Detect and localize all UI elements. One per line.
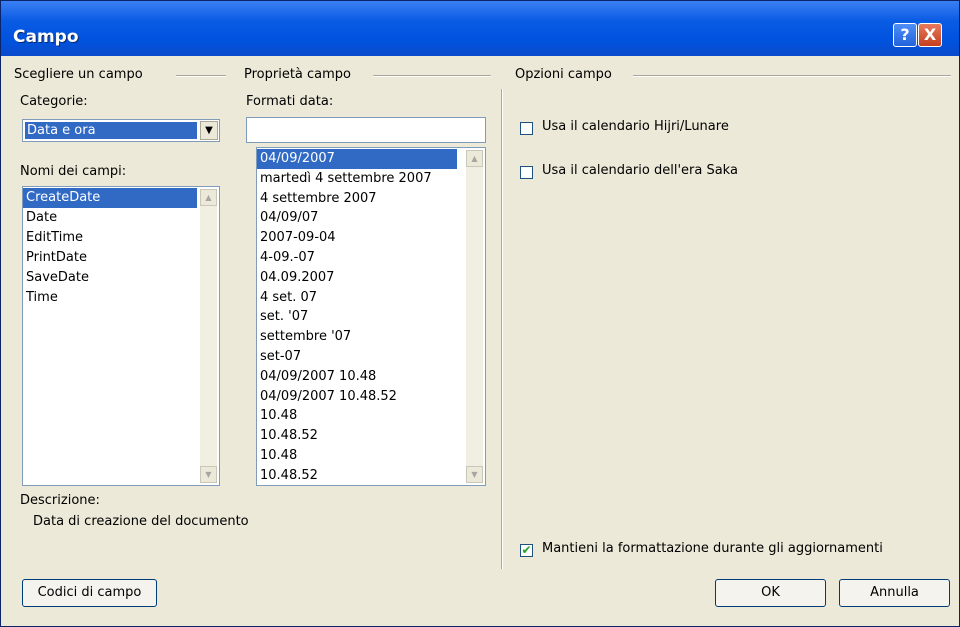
ok-button[interactable]: OK bbox=[715, 579, 826, 607]
keep-format-checkbox[interactable]: ✔ bbox=[520, 544, 533, 557]
field-options-group-label: Opzioni campo bbox=[515, 67, 612, 82]
description-label: Descrizione: bbox=[20, 493, 100, 508]
scroll-down-icon[interactable]: ▼ bbox=[466, 466, 483, 483]
field-properties-group-label: Proprietà campo bbox=[244, 67, 352, 82]
divider bbox=[373, 75, 491, 77]
title-bar[interactable]: Campo ? X bbox=[1, 1, 959, 56]
date-format-item[interactable]: settembre '07 bbox=[257, 327, 457, 347]
categories-label: Categorie: bbox=[20, 94, 88, 109]
field-list-item[interactable]: SaveDate bbox=[23, 268, 197, 288]
field-list-scrollbar[interactable]: ▲ ▼ bbox=[200, 189, 217, 483]
date-format-item[interactable]: 4 settembre 2007 bbox=[257, 189, 457, 209]
field-names-label: Nomi dei campi: bbox=[20, 164, 127, 179]
date-format-item[interactable]: 2007-09-04 bbox=[257, 228, 457, 248]
categories-value: Data e ora bbox=[25, 122, 197, 139]
date-formats-label: Formati data: bbox=[246, 94, 334, 109]
date-format-item[interactable]: 10.48.52 bbox=[257, 426, 457, 446]
help-button[interactable]: ? bbox=[893, 23, 917, 47]
date-format-item[interactable]: set. '07 bbox=[257, 307, 457, 327]
hijri-checkbox[interactable] bbox=[520, 122, 533, 135]
date-format-input[interactable] bbox=[246, 117, 486, 143]
date-format-item[interactable]: set-07 bbox=[257, 347, 457, 367]
field-dialog: Campo ? X Scegliere un campo Categorie: … bbox=[0, 0, 960, 627]
dialog-title: Campo bbox=[13, 27, 79, 47]
date-formats-list[interactable]: 04/09/2007 martedì 4 settembre 2007 4 sett… bbox=[256, 147, 486, 486]
date-format-item[interactable]: 04/09/2007 bbox=[257, 149, 457, 169]
field-codes-button[interactable]: Codici di campo bbox=[22, 579, 157, 607]
choose-field-group-label: Scegliere un campo bbox=[14, 67, 143, 82]
field-list-item[interactable]: EditTime bbox=[23, 228, 197, 248]
categories-combobox[interactable]: Data e ora ▼ bbox=[22, 119, 220, 142]
description-text: Data di creazione del documento bbox=[33, 514, 249, 529]
field-list-item[interactable]: Date bbox=[23, 208, 197, 228]
date-format-item[interactable]: martedì 4 settembre 2007 bbox=[257, 169, 457, 189]
scroll-up-icon[interactable]: ▲ bbox=[200, 189, 217, 206]
divider bbox=[633, 75, 951, 77]
chevron-down-icon[interactable]: ▼ bbox=[200, 121, 218, 140]
scroll-up-icon[interactable]: ▲ bbox=[466, 150, 483, 167]
date-format-item[interactable]: 10.48 bbox=[257, 446, 457, 466]
date-format-item[interactable]: 04/09/2007 10.48 bbox=[257, 367, 457, 387]
field-list-item[interactable]: PrintDate bbox=[23, 248, 197, 268]
date-format-item[interactable]: 10.48.52 bbox=[257, 466, 457, 485]
scroll-down-icon[interactable]: ▼ bbox=[200, 466, 217, 483]
date-format-item[interactable]: 4 set. 07 bbox=[257, 288, 457, 308]
date-format-item[interactable]: 10.48 bbox=[257, 406, 457, 426]
close-button[interactable]: X bbox=[918, 23, 942, 47]
date-format-item[interactable]: 04/09/07 bbox=[257, 208, 457, 228]
hijri-option-label[interactable]: Usa il calendario Hijri/Lunare bbox=[542, 119, 729, 134]
field-list-item[interactable]: Time bbox=[23, 288, 197, 308]
vertical-divider bbox=[501, 89, 503, 569]
saka-option-label[interactable]: Usa il calendario dell'era Saka bbox=[542, 163, 738, 178]
cancel-button[interactable]: Annulla bbox=[839, 579, 950, 607]
divider bbox=[176, 75, 226, 77]
field-names-list[interactable]: CreateDate Date EditTime PrintDate SaveDate T… bbox=[22, 186, 220, 486]
date-format-item[interactable]: 4-09.-07 bbox=[257, 248, 457, 268]
date-format-item[interactable]: 04.09.2007 bbox=[257, 268, 457, 288]
field-list-item[interactable]: CreateDate bbox=[23, 188, 197, 208]
saka-checkbox[interactable] bbox=[520, 166, 533, 179]
date-format-item[interactable]: 04/09/2007 10.48.52 bbox=[257, 387, 457, 407]
formats-scrollbar[interactable]: ▲ ▼ bbox=[466, 150, 483, 483]
keep-format-label[interactable]: Mantieni la formattazione durante gli ag… bbox=[542, 541, 883, 556]
